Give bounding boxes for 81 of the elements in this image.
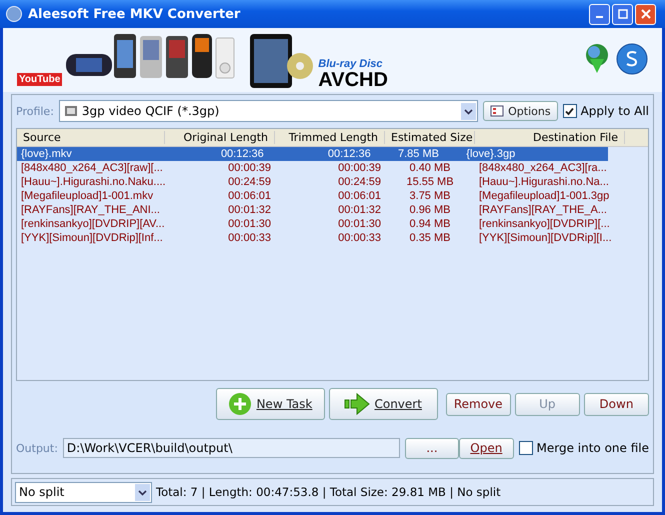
table-cell-text: [renkinsankyo][DVDRIP][AV... — [20, 218, 165, 230]
table-cell-text: 00:06:01 — [227, 190, 272, 202]
file-row[interactable]: [YYK][Simoun][DVDRip][Inf... 00:00:33 00:00:33 0.35 MB [YYK][Simoun][DVDRip][I... — [17, 231, 648, 245]
table-cell-text: 0.40 MB — [408, 162, 452, 174]
column-header[interactable]: Estimated Size — [385, 131, 475, 144]
maximize-icon — [618, 9, 628, 19]
new-task-button[interactable]: New Task — [216, 388, 325, 420]
table-cell-text: 00:00:39 — [337, 162, 382, 174]
file-row[interactable]: [renkinsankyo][DVDRIP][AV... 00:01:30 00:01:30 0.94 MB [renkinsankyo][DVDRIP][... — [17, 217, 648, 231]
apply-to-all-checkbox[interactable] — [562, 104, 577, 118]
output-label: Output: — [16, 442, 58, 454]
table-cell-text: 0.35 MB — [408, 232, 452, 244]
table-cell-text: [RAYFans][RAY_THE_ANI... — [20, 204, 161, 216]
merge-label: Merge into one file — [536, 441, 649, 455]
table-cell-text: 0.96 MB — [408, 204, 452, 216]
maximize-button[interactable] — [612, 4, 633, 24]
table-cell-text: 00:01:32 — [337, 204, 382, 216]
table-cell-text: 00:12:36 — [326, 148, 372, 160]
table-cell-text: [Hauu~].Higurashi.no.Naku.... — [20, 176, 165, 188]
table-cell-text: {love}.3gp — [465, 148, 516, 160]
table-cell-text: [RAYFans][RAY_THE_A... — [478, 204, 608, 216]
file-row[interactable]: [848x480_x264_AC3][raw][... 00:00:39 00:00:39 0.40 MB [848x480_x264_AC3][ra... — [17, 161, 648, 175]
output-path-field[interactable]: D:\Work\VCER\build\output\ — [62, 438, 400, 458]
format-logo: AVCHD — [318, 70, 388, 90]
status-summary: Total: 7 | Length: 00:47:53.8 | Total Size: 29.81 MB | No split — [156, 485, 501, 499]
table-cell-text: 00:12:36 — [220, 148, 265, 160]
table-cell-text: 00:06:01 — [337, 190, 382, 202]
table-cell-text: 15.55 MB — [405, 176, 455, 188]
apply-to-all-label: Apply to All — [580, 104, 649, 118]
table-cell-text: [848x480_x264_AC3][raw][... — [20, 162, 164, 174]
column-header[interactable]: Destination File — [475, 131, 625, 144]
table-cell-text: [renkinsankyo][DVDRIP][... — [478, 218, 611, 230]
table-cell-text: 00:00:39 — [227, 162, 272, 174]
minimize-button[interactable] — [589, 4, 610, 24]
list-button[interactable]: Remove — [446, 392, 511, 416]
column-header[interactable]: Original Length — [165, 131, 275, 144]
file-row[interactable]: [Hauu~].Higurashi.no.Naku.... 00:24:59 00:24:59 15.55 MB [Hauu~].Higurashi.no.Na... — [17, 175, 648, 189]
plus-icon — [228, 392, 252, 416]
table-cell-text: [848x480_x264_AC3][ra... — [478, 162, 608, 174]
arrow-icon — [344, 392, 370, 416]
window-title: Aleesoft Free MKV Converter — [28, 6, 240, 22]
tablet-drawing — [250, 32, 314, 90]
convert-button[interactable]: Convert — [328, 388, 438, 420]
table-cell-text: [YYK][Simoun][DVDRip][I... — [478, 232, 613, 244]
disc-logo: Blu-ray Disc — [318, 59, 384, 70]
film-icon — [64, 104, 78, 118]
file-row[interactable]: {love}.mkv 00:12:36 00:12:36 7.85 MB {love}.3gp — [17, 147, 608, 161]
table-cell-text: [Megafileupload]1-001.3gp — [478, 190, 610, 202]
table-cell-text: 00:24:59 — [337, 176, 382, 188]
open-button[interactable]: Open — [459, 438, 514, 458]
profile-dropdown[interactable]: 3gp video QCIF (*.3gp) — [58, 100, 478, 122]
file-row[interactable]: [RAYFans][RAY_THE_ANI... 00:01:32 00:01:32 0.96 MB [RAYFans][RAY_THE_A... — [17, 203, 648, 217]
table-cell-text: [Hauu~].Higurashi.no.Na... — [478, 176, 610, 188]
split-dropdown[interactable]: No split — [15, 482, 152, 502]
table-cell-text: 00:01:30 — [227, 218, 272, 230]
table-cell-text: 00:24:59 — [227, 176, 272, 188]
table-cell-text: [Megafileupload]1-001.mkv — [20, 190, 154, 202]
table-cell-text: [YYK][Simoun][DVDRip][Inf... — [20, 232, 164, 244]
list-icon — [490, 105, 504, 117]
table-cell-text: 00:00:33 — [227, 232, 272, 244]
options-button[interactable]: Options — [483, 101, 558, 121]
table-cell-text: 3.75 MB — [408, 190, 452, 202]
table-cell-text: {love}.mkv — [20, 148, 73, 160]
table-cell-text: 7.85 MB — [397, 148, 440, 160]
minimize-icon — [596, 16, 603, 18]
profile-label: Profile: — [16, 104, 54, 118]
column-header[interactable]: Trimmed Length — [275, 131, 385, 144]
file-row[interactable]: [Megafileupload]1-001.mkv 00:06:01 00:06:01 3.75 MB [Megafileupload]1-001.3gp — [17, 189, 648, 203]
app-icon — [6, 6, 22, 22]
table-cell-text: 00:01:32 — [227, 204, 272, 216]
merge-checkbox[interactable] — [518, 441, 532, 455]
close-button[interactable] — [635, 4, 656, 24]
browse-button[interactable]: ... — [404, 438, 460, 458]
s-logo-icon[interactable] — [616, 43, 648, 75]
list-button[interactable]: Down — [584, 392, 649, 416]
table-cell-text: 00:00:33 — [337, 232, 382, 244]
close-icon — [640, 9, 650, 19]
column-header[interactable]: Source — [17, 131, 165, 144]
video-logo: YouTube — [17, 73, 62, 86]
table-cell-text: 0.94 MB — [408, 218, 452, 230]
table-cell-text: 00:01:30 — [337, 218, 382, 230]
